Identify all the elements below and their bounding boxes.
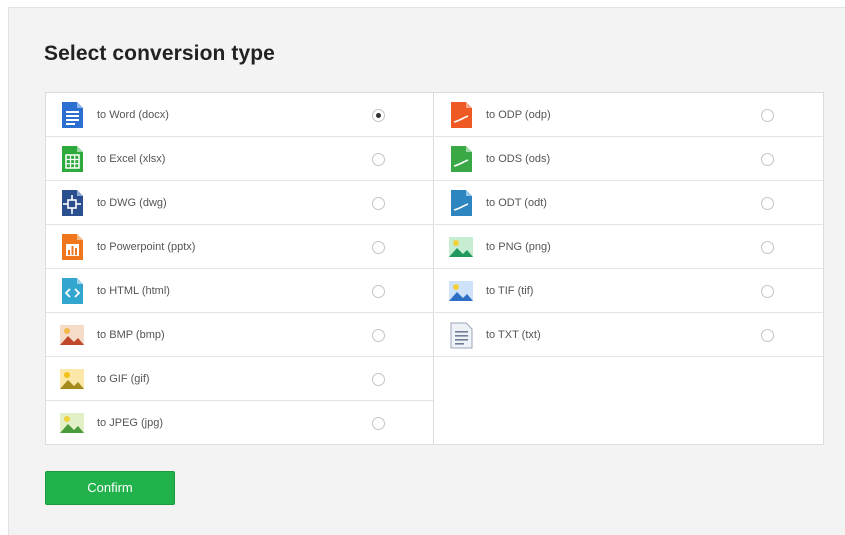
option-label: to BMP (bmp): [97, 329, 165, 341]
option-powerpoint[interactable]: to Powerpoint (pptx): [46, 225, 433, 269]
option-odt[interactable]: to ODT (odt): [435, 181, 823, 225]
option-label: to JPEG (jpg): [97, 417, 164, 429]
radio-jpeg[interactable]: [372, 417, 385, 430]
conversion-options-grid: to Word (docx) to Excel (xlsx) to DWG (d…: [45, 92, 824, 445]
radio-bmp[interactable]: [372, 329, 385, 342]
option-gif[interactable]: to GIF (gif): [46, 357, 433, 401]
option-label: to Powerpoint (pptx): [97, 241, 196, 253]
left-options-column: to Word (docx) to Excel (xlsx) to DWG (d…: [46, 93, 434, 444]
jpeg-image-icon: [58, 409, 86, 437]
odt-document-icon: [447, 189, 475, 217]
option-label: to TXT (txt): [486, 329, 541, 341]
bmp-image-icon: [58, 321, 86, 349]
option-label: to ODT (odt): [486, 197, 547, 209]
option-label: to TIF (tif): [486, 285, 534, 297]
html-code-icon: [58, 277, 86, 305]
radio-dwg[interactable]: [372, 197, 385, 210]
radio-html[interactable]: [372, 285, 385, 298]
confirm-button[interactable]: Confirm: [45, 471, 175, 505]
tif-image-icon: [447, 277, 475, 305]
word-document-icon: [58, 101, 86, 129]
option-txt[interactable]: to TXT (txt): [435, 313, 823, 357]
radio-odp[interactable]: [761, 109, 774, 122]
option-label: to Excel (xlsx): [97, 153, 166, 165]
option-png[interactable]: to PNG (png): [435, 225, 823, 269]
option-label: to DWG (dwg): [97, 197, 167, 209]
radio-word[interactable]: [372, 109, 385, 122]
radio-tif[interactable]: [761, 285, 774, 298]
gif-image-icon: [58, 365, 86, 393]
option-label: to ODS (ods): [486, 153, 551, 165]
conversion-panel: Select conversion type to Word (docx) to…: [8, 7, 845, 535]
radio-gif[interactable]: [372, 373, 385, 386]
txt-text-icon: [447, 321, 475, 349]
option-label: to HTML (html): [97, 285, 170, 297]
radio-png[interactable]: [761, 241, 774, 254]
radio-ods[interactable]: [761, 153, 774, 166]
radio-powerpoint[interactable]: [372, 241, 385, 254]
option-label: to PNG (png): [486, 241, 551, 253]
option-excel[interactable]: to Excel (xlsx): [46, 137, 433, 181]
option-odp[interactable]: to ODP (odp): [435, 93, 823, 137]
option-html[interactable]: to HTML (html): [46, 269, 433, 313]
powerpoint-presentation-icon: [58, 233, 86, 261]
option-jpeg[interactable]: to JPEG (jpg): [46, 401, 433, 445]
radio-odt[interactable]: [761, 197, 774, 210]
option-tif[interactable]: to TIF (tif): [435, 269, 823, 313]
option-ods[interactable]: to ODS (ods): [435, 137, 823, 181]
png-image-icon: [447, 233, 475, 261]
option-label: to Word (docx): [97, 109, 169, 121]
page-title: Select conversion type: [44, 42, 275, 65]
radio-txt[interactable]: [761, 329, 774, 342]
radio-excel[interactable]: [372, 153, 385, 166]
excel-spreadsheet-icon: [58, 145, 86, 173]
option-bmp[interactable]: to BMP (bmp): [46, 313, 433, 357]
option-dwg[interactable]: to DWG (dwg): [46, 181, 433, 225]
ods-spreadsheet-icon: [447, 145, 475, 173]
option-label: to ODP (odp): [486, 109, 551, 121]
right-options-column: to ODP (odp) to ODS (ods) to ODT (odt) t…: [435, 93, 823, 444]
odp-presentation-icon: [447, 101, 475, 129]
dwg-cad-icon: [58, 189, 86, 217]
option-label: to GIF (gif): [97, 373, 150, 385]
option-word[interactable]: to Word (docx): [46, 93, 433, 137]
